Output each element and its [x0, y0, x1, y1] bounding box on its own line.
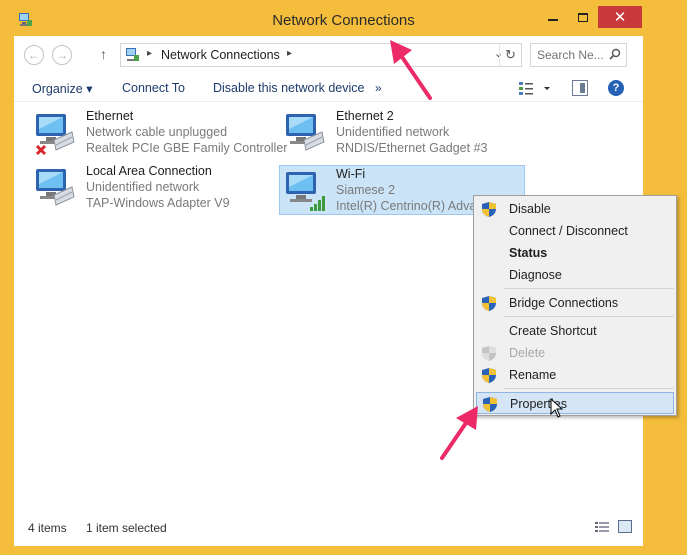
connection-status: Siamese 2 [336, 183, 396, 197]
wired-network-icon [286, 114, 325, 151]
search-box[interactable] [530, 43, 627, 67]
uac-shield-icon [482, 202, 496, 217]
search-input[interactable] [537, 47, 607, 63]
breadcrumb-chevron-icon[interactable]: ▸ [147, 48, 152, 59]
uac-shield-icon [483, 397, 497, 412]
connect-to-button[interactable]: Connect To [122, 81, 185, 95]
wired-disconnected-icon [35, 114, 75, 156]
menu-item-label: Status [509, 246, 548, 260]
minimize-button[interactable] [538, 6, 568, 28]
breadcrumb-chevron-icon[interactable]: ▸ [287, 48, 292, 59]
menu-item-label: Create Shortcut [509, 324, 597, 338]
connection-name: Local Area Connection [86, 164, 212, 178]
menu-item-label: Diagnose [509, 268, 562, 282]
mouse-cursor-icon [550, 398, 564, 418]
navigation-bar: ← → ↑ ▸ Network Connections ▸ ⌄ ↻ [14, 36, 643, 74]
connection-item-local-area-connection[interactable]: Local Area Connection Unidentified netwo… [30, 163, 270, 211]
connection-item-ethernet[interactable]: Ethernet Network cable unplugged Realtek… [30, 108, 287, 156]
menu-item-label: Disable [509, 202, 551, 216]
search-icon [609, 48, 621, 60]
breadcrumb-network-connections[interactable]: Network Connections [161, 48, 280, 62]
menu-item-label: Connect / Disconnect [509, 224, 628, 238]
status-bar: 4 items 1 item selected [14, 514, 643, 540]
uac-shield-icon [482, 296, 496, 311]
connection-device: Realtek PCIe GBE Family Controller [86, 141, 288, 155]
menu-item-create-shortcut[interactable]: Create Shortcut [476, 320, 674, 342]
details-view-icon[interactable] [595, 521, 609, 533]
menu-item-connect-disconnect[interactable]: Connect / Disconnect [476, 220, 674, 242]
item-count: 4 items [28, 521, 67, 535]
menu-item-disable[interactable]: Disable [476, 198, 674, 220]
menu-item-label: Delete [509, 346, 546, 360]
connection-name: Wi-Fi [336, 167, 366, 181]
window-frame: Network Connections ✕ ← → ↑ ▸ Network Co… [0, 0, 687, 555]
organize-button[interactable]: Organize ▾ [32, 81, 92, 96]
back-button[interactable]: ← [24, 45, 44, 65]
menu-item-bridge-connections[interactable]: Bridge Connections [476, 292, 674, 314]
address-bar[interactable]: ▸ Network Connections ▸ ⌄ ↻ [120, 43, 522, 67]
title-bar[interactable]: Network Connections ✕ [0, 0, 687, 40]
wired-network-icon [36, 169, 75, 206]
connection-status: Network cable unplugged [86, 125, 228, 139]
connection-device: RNDIS/Ethernet Gadget #3 [336, 141, 488, 155]
connection-name: Ethernet 2 [336, 109, 394, 123]
uac-shield-icon [482, 346, 496, 361]
wifi-network-icon [286, 172, 325, 211]
connection-status: Unidentified network [336, 125, 450, 139]
context-menu: Disable Connect / Disconnect Status Diag… [473, 195, 677, 416]
uac-shield-icon [482, 368, 496, 383]
minimize-icon [548, 19, 558, 21]
connection-status: Unidentified network [86, 180, 200, 194]
menu-separator [504, 288, 674, 289]
selection-count: 1 item selected [86, 521, 167, 535]
menu-separator [504, 316, 674, 317]
preview-pane-icon[interactable] [572, 80, 588, 96]
connection-name: Ethernet [86, 109, 134, 123]
change-view-icon[interactable] [518, 80, 554, 96]
forward-button[interactable]: → [52, 45, 72, 65]
up-button[interactable]: ↑ [100, 46, 107, 62]
menu-item-rename[interactable]: Rename [476, 364, 674, 386]
annotation-arrow-icon [390, 40, 432, 100]
maximize-button[interactable] [570, 6, 596, 28]
control-panel-icon [126, 48, 139, 61]
close-button[interactable]: ✕ [598, 6, 642, 28]
annotation-arrow-icon [440, 406, 478, 460]
menu-item-label: Rename [509, 368, 557, 382]
connection-device: TAP-Windows Adapter V9 [86, 196, 230, 210]
menu-item-status[interactable]: Status [476, 242, 674, 264]
menu-separator [504, 388, 674, 389]
help-icon[interactable]: ? [608, 80, 624, 96]
maximize-icon [578, 12, 588, 22]
large-icons-view-icon[interactable] [618, 520, 632, 533]
menu-item-diagnose[interactable]: Diagnose [476, 264, 674, 286]
connection-item-ethernet-2[interactable]: Ethernet 2 Unidentified network RNDIS/Et… [280, 108, 520, 156]
menu-item-label: Bridge Connections [509, 296, 619, 310]
command-bar: Organize ▾ Connect To Disable this netwo… [14, 74, 643, 102]
menu-item-delete[interactable]: Delete [476, 342, 674, 364]
refresh-button[interactable]: ↻ [499, 44, 521, 66]
menu-item-properties[interactable]: Properties [476, 392, 674, 414]
disable-device-button[interactable]: Disable this network device [213, 81, 364, 95]
more-commands-button[interactable]: » [375, 81, 382, 95]
